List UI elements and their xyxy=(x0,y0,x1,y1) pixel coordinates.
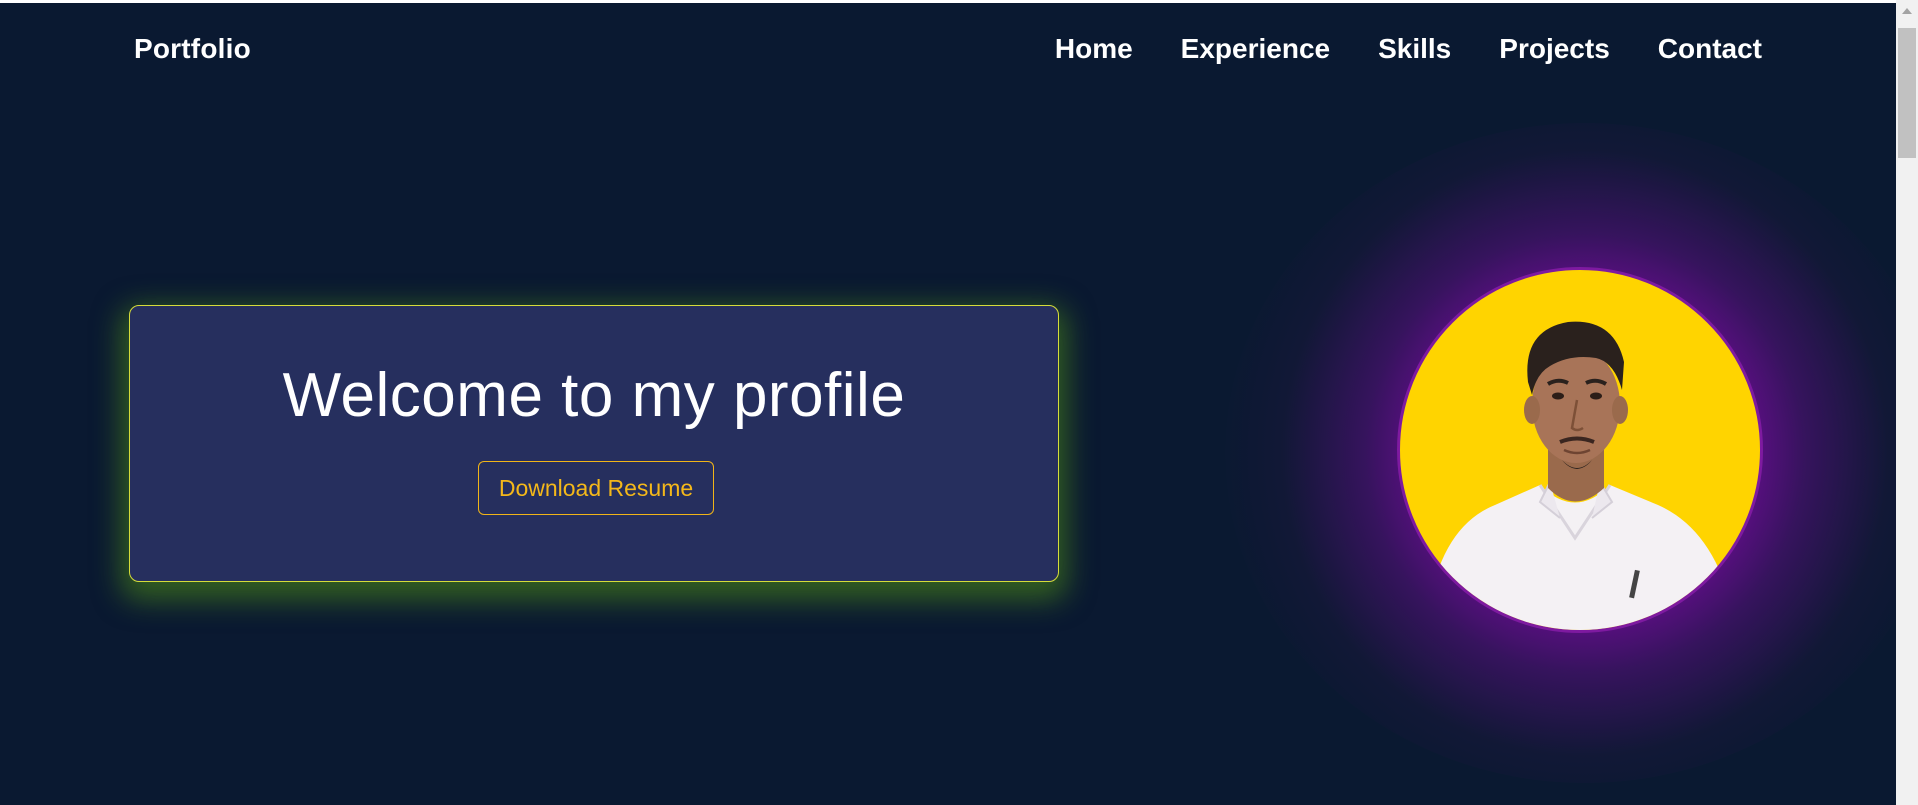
hero-card: Welcome to my profile Download Resume xyxy=(129,305,1059,582)
nav-link-skills[interactable]: Skills xyxy=(1378,33,1451,65)
navbar: Portfolio Home Experience Skills Project… xyxy=(0,3,1896,103)
scroll-up-arrow-icon[interactable] xyxy=(1902,8,1912,14)
nav-links: Home Experience Skills Projects Contact xyxy=(1055,33,1762,65)
nav-link-home[interactable]: Home xyxy=(1055,33,1133,65)
avatar xyxy=(1397,267,1763,633)
nav-link-contact[interactable]: Contact xyxy=(1658,33,1762,65)
scrollbar-thumb[interactable] xyxy=(1898,28,1916,158)
brand-logo[interactable]: Portfolio xyxy=(134,33,251,65)
nav-link-experience[interactable]: Experience xyxy=(1181,33,1330,65)
nav-link-projects[interactable]: Projects xyxy=(1499,33,1610,65)
profile-photo-icon xyxy=(1430,321,1730,630)
vertical-scrollbar[interactable] xyxy=(1896,0,1918,805)
download-resume-button[interactable]: Download Resume xyxy=(478,461,714,515)
page-viewport: Portfolio Home Experience Skills Project… xyxy=(0,3,1896,805)
hero-title: Welcome to my profile xyxy=(282,361,906,430)
